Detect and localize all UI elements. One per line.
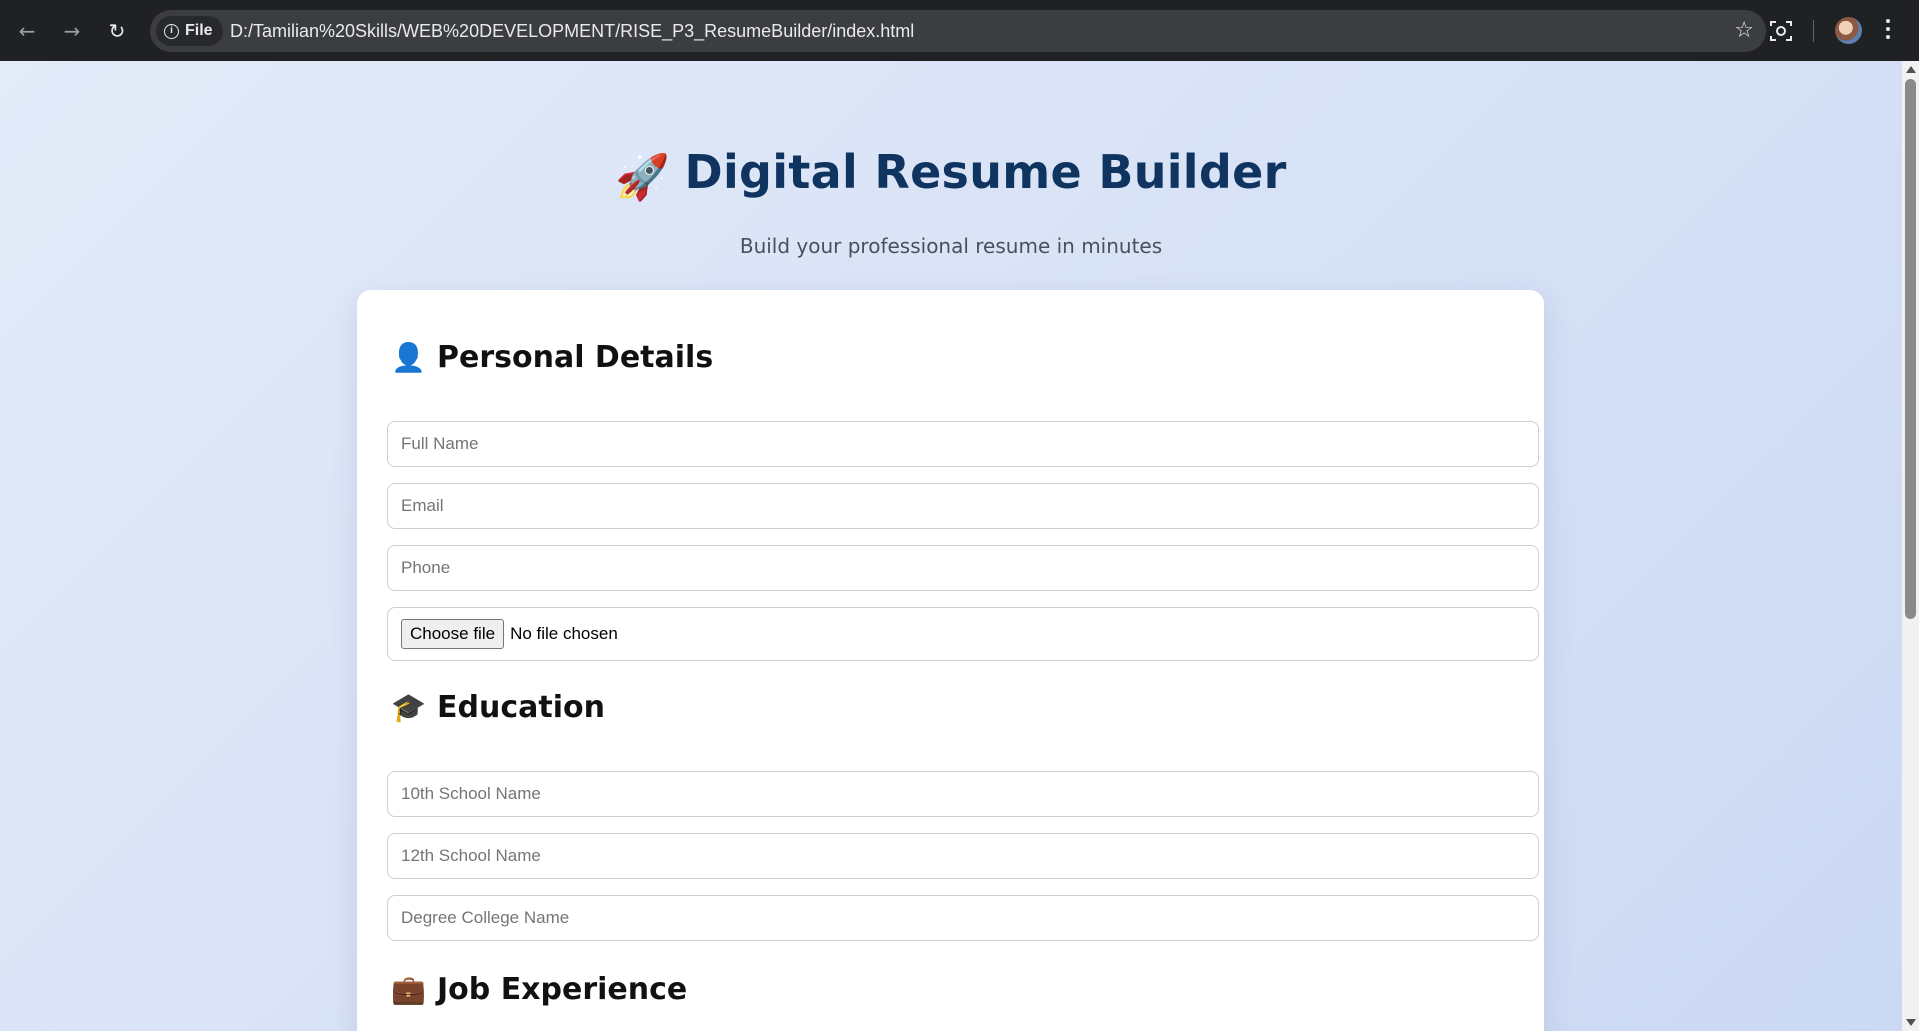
photo-file-input[interactable]: Choose file No file chosen: [387, 607, 1539, 661]
back-arrow-icon[interactable]: ←: [12, 16, 42, 46]
rocket-icon: 🚀: [615, 152, 671, 203]
education-heading: 🎓 Education: [391, 690, 605, 725]
job-experience-title: Job Experience: [437, 972, 688, 1007]
personal-details-title: Personal Details: [437, 340, 714, 375]
reload-icon[interactable]: ↻: [102, 16, 132, 46]
file-status-text: No file chosen: [510, 624, 618, 643]
resume-form-card: 👤 Personal Details Choose file No file c…: [357, 290, 1544, 1031]
phone-input[interactable]: [387, 545, 1539, 591]
toolbar-divider: [1813, 20, 1814, 42]
star-icon[interactable]: ☆: [1734, 18, 1754, 44]
full-name-input[interactable]: [387, 421, 1539, 467]
kebab-menu-icon[interactable]: [1885, 19, 1891, 39]
school-10th-input[interactable]: [387, 771, 1539, 817]
scroll-thumb[interactable]: [1905, 79, 1916, 619]
site-chip-label: File: [185, 22, 213, 39]
site-info-chip[interactable]: i File: [156, 16, 223, 46]
education-title: Education: [437, 690, 605, 725]
degree-college-input[interactable]: [387, 895, 1539, 941]
choose-file-button[interactable]: Choose file: [401, 619, 505, 649]
person-icon: 👤: [391, 341, 426, 374]
scroll-down-icon[interactable]: [1906, 1019, 1916, 1026]
page-subtitle: Build your professional resume in minute…: [739, 234, 1163, 258]
job-experience-heading: 💼 Job Experience: [391, 972, 687, 1007]
personal-details-heading: 👤 Personal Details: [391, 340, 713, 375]
page-title: 🚀 Digital Resume Builder: [0, 145, 1902, 203]
lens-icon[interactable]: [1768, 18, 1794, 44]
page-viewport: 🚀 Digital Resume Builder Build your profe…: [0, 61, 1902, 1031]
page-scrollbar[interactable]: [1902, 61, 1919, 1031]
school-12th-input[interactable]: [387, 833, 1539, 879]
browser-toolbar: ← → ↻ i File D:/Tamilian%20Skills/WEB%20…: [0, 0, 1919, 62]
graduation-cap-icon: 🎓: [391, 691, 426, 724]
profile-avatar[interactable]: [1835, 17, 1862, 44]
email-input[interactable]: [387, 483, 1539, 529]
briefcase-icon: 💼: [391, 973, 426, 1006]
scroll-up-icon[interactable]: [1906, 66, 1916, 73]
page-title-text: Digital Resume Builder: [684, 145, 1287, 199]
address-bar[interactable]: i File D:/Tamilian%20Skills/WEB%20DEVELO…: [150, 10, 1766, 52]
url-text[interactable]: D:/Tamilian%20Skills/WEB%20DEVELOPMENT/R…: [230, 10, 914, 52]
forward-arrow-icon[interactable]: →: [57, 16, 87, 46]
info-icon: i: [164, 23, 179, 39]
